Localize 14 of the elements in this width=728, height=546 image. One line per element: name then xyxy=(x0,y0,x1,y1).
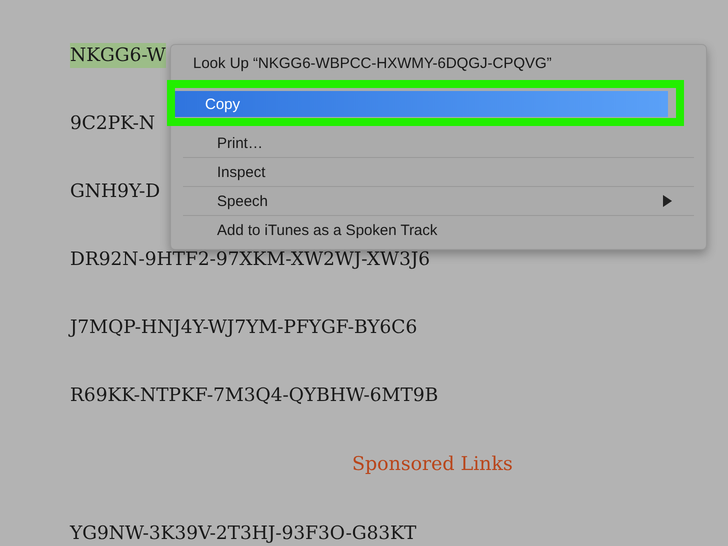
menu-item[interactable]: Speech xyxy=(183,187,694,216)
menu-item[interactable]: Inspect xyxy=(183,158,694,187)
product-key: 9C2PK-N xyxy=(70,112,156,180)
product-key: DR92N-9HTF2-97XKM-XW2WJ-XW3J6 xyxy=(70,248,430,316)
section-heading: Sponsored Links xyxy=(352,452,513,477)
menu-item[interactable]: Add to iTunes as a Spoken Track xyxy=(183,216,694,245)
product-key: NKGG6-W xyxy=(70,44,166,112)
submenu-arrow-icon xyxy=(662,195,672,207)
product-key: R69KK-NTPKF-7M3Q4-QYBHW-6MT9B xyxy=(70,384,438,452)
product-key: J7MQP-HNJ4Y-WJ7YM-PFYGF-BY6C6 xyxy=(70,316,418,384)
menu-item[interactable]: Print… xyxy=(183,129,694,158)
product-key: YG9NW-3K39V-2T3HJ-93F3O-G83KT xyxy=(70,522,416,546)
product-key: GNH9Y-D xyxy=(70,180,160,248)
menu-item[interactable]: Look Up “NKGG6-WBPCC-HXWMY-6DQGJ-CPQVG” xyxy=(171,47,706,79)
